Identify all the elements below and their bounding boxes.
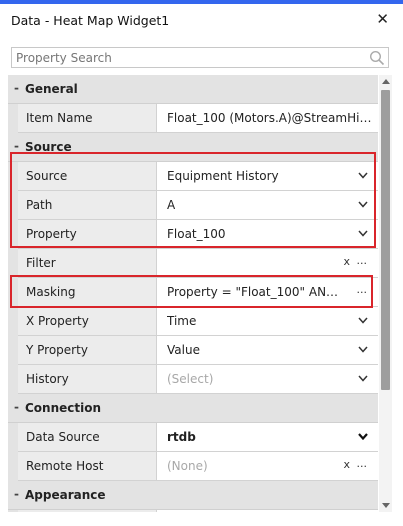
vertical-scrollbar[interactable] [379, 75, 392, 512]
property-label: Remote Host [18, 452, 157, 481]
data-source-dropdown[interactable]: rtdb [157, 423, 378, 452]
property-label: Path [18, 191, 157, 220]
path-dropdown[interactable]: A [157, 191, 378, 220]
item-name-field[interactable]: Float_100 (Motors.A)@StreamHistory [157, 104, 378, 133]
path-value: A [167, 198, 176, 212]
property-row-x-property: X Property Time [8, 307, 378, 336]
property-label: Filter [18, 249, 157, 278]
source-dropdown[interactable]: Equipment History [157, 162, 378, 191]
property-row-data-source: Data Source rtdb [8, 423, 378, 452]
collapse-toggle[interactable]: - [14, 400, 19, 414]
property-grid: - General Item Name Float_100 (Motors.A)… [8, 75, 378, 512]
chevron-down-icon[interactable] [358, 433, 368, 440]
property-label: X Property [18, 307, 157, 336]
filter-field[interactable]: x ... [157, 249, 378, 278]
property-row-history: History (Select) [8, 365, 378, 394]
ellipsis-button[interactable]: ... [357, 283, 368, 296]
ellipsis-button[interactable]: ... [357, 457, 368, 470]
section-source[interactable]: - Source [8, 133, 378, 162]
property-label: Property [18, 220, 157, 249]
collapse-toggle[interactable]: - [14, 139, 19, 153]
property-row-filter: Filter x ... [8, 249, 378, 278]
chevron-down-icon[interactable] [358, 172, 368, 179]
scrollbar-thumb[interactable] [381, 90, 390, 390]
clear-button[interactable]: x [343, 458, 350, 471]
window-title: Data - Heat Map Widget1 [11, 13, 170, 28]
section-title: Source [25, 140, 72, 154]
section-general[interactable]: - General [8, 75, 378, 104]
property-search [11, 47, 389, 68]
section-title: Connection [25, 401, 102, 415]
x-property-dropdown[interactable]: Time [157, 307, 378, 336]
collapse-toggle[interactable]: - [14, 81, 19, 95]
y-property-dropdown[interactable]: Value [157, 336, 378, 365]
history-dropdown[interactable]: (Select) [157, 365, 378, 394]
chevron-down-icon[interactable] [358, 201, 368, 208]
scroll-up-icon[interactable] [382, 79, 390, 84]
chevron-down-icon[interactable] [358, 317, 368, 324]
property-label: History [18, 365, 157, 394]
title-bar: Data - Heat Map Widget1 ✕ [0, 4, 403, 36]
chevron-down-icon[interactable] [358, 375, 368, 382]
remote-host-field[interactable]: (None) x ... [157, 452, 378, 481]
y-property-value: Value [167, 343, 200, 357]
property-row-property: Property Float_100 [8, 220, 378, 249]
source-value: Equipment History [167, 169, 279, 183]
property-search-input[interactable] [12, 48, 364, 67]
property-label: Masking [18, 278, 157, 307]
scroll-down-icon[interactable] [382, 503, 390, 508]
property-row-source: Source Equipment History [8, 162, 378, 191]
chevron-down-icon[interactable] [358, 230, 368, 237]
property-label: Y Property [18, 336, 157, 365]
section-connection[interactable]: - Connection [8, 394, 378, 423]
close-icon[interactable]: ✕ [376, 10, 389, 28]
property-row-path: Path A [8, 191, 378, 220]
history-value: (Select) [167, 372, 214, 386]
property-row-remote-host: Remote Host (None) x ... [8, 452, 378, 481]
section-title: Appearance [25, 488, 106, 502]
property-row-partial [8, 510, 378, 512]
remote-host-value: (None) [167, 459, 208, 473]
property-row-y-property: Y Property Value [8, 336, 378, 365]
item-name-value: Float_100 (Motors.A)@StreamHistory [167, 111, 372, 125]
masking-field[interactable]: Property = "Float_100" AND Property = "F… [157, 278, 378, 307]
property-row-item-name: Item Name Float_100 (Motors.A)@StreamHis… [8, 104, 378, 133]
data-source-value: rtdb [167, 430, 196, 444]
property-label: Data Source [18, 423, 157, 452]
property-value: Float_100 [167, 227, 226, 241]
section-appearance[interactable]: - Appearance [8, 481, 378, 510]
section-title: General [25, 82, 78, 96]
x-property-value: Time [167, 314, 197, 328]
clear-button[interactable]: x [343, 255, 350, 268]
property-row-masking: Masking Property = "Float_100" AND Prope… [8, 278, 378, 307]
search-icon[interactable] [369, 50, 385, 66]
property-label: Item Name [18, 104, 157, 133]
property-dropdown[interactable]: Float_100 [157, 220, 378, 249]
property-label: Source [18, 162, 157, 191]
masking-value: Property = "Float_100" AND Property = "F… [167, 285, 345, 299]
ellipsis-button[interactable]: ... [357, 254, 368, 267]
chevron-down-icon[interactable] [358, 346, 368, 353]
collapse-toggle[interactable]: - [14, 487, 19, 501]
